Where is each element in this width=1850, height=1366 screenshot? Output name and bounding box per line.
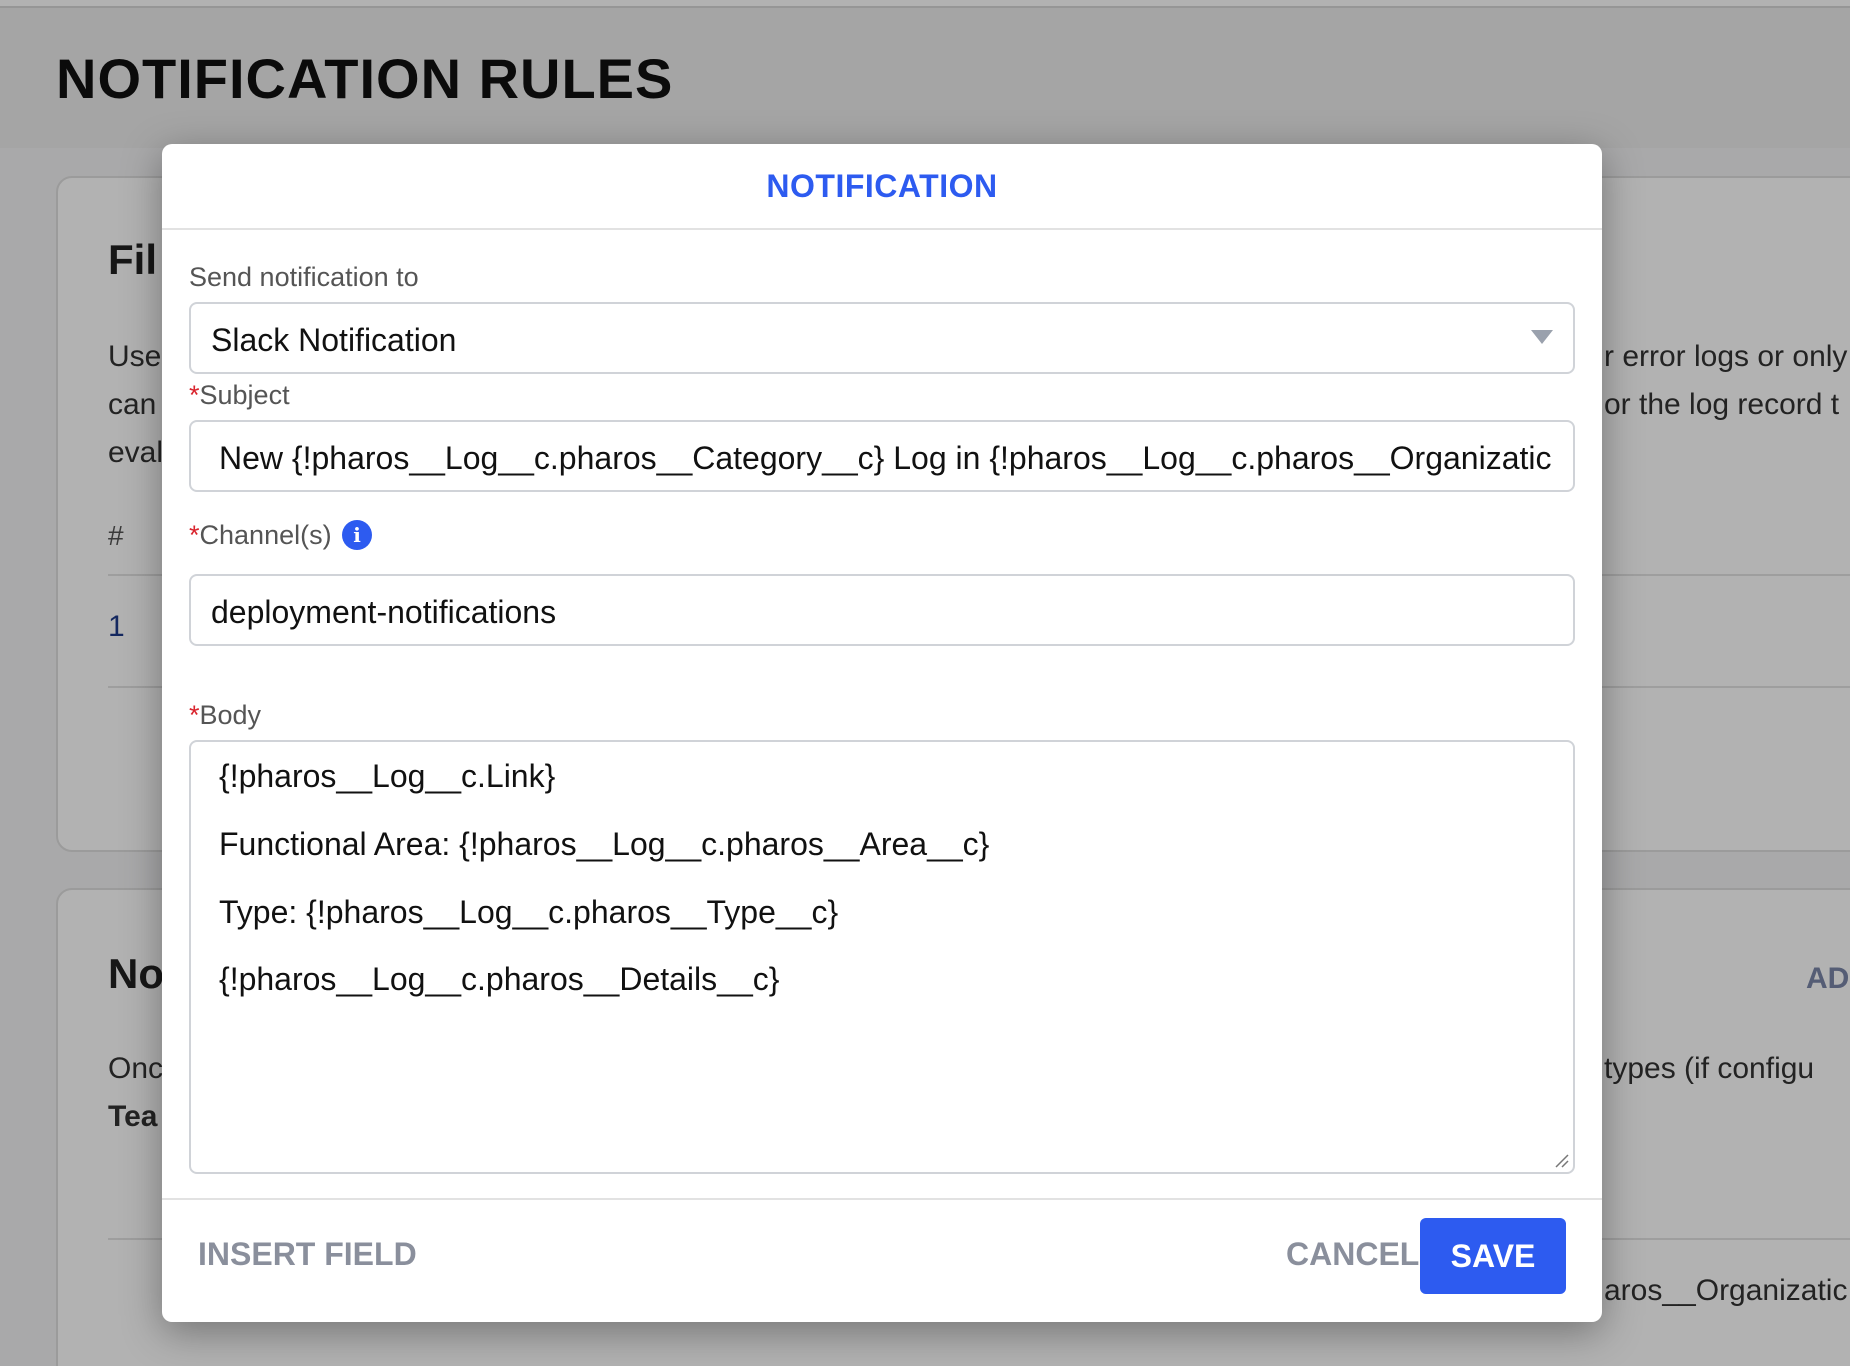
- modal-footer: INSERT FIELD CANCEL SAVE: [162, 1198, 1602, 1322]
- modal-title: NOTIFICATION: [766, 167, 998, 204]
- body-line: Functional Area: {!pharos__Log__c.pharos…: [219, 826, 990, 862]
- channels-value: deployment-notifications: [211, 594, 557, 630]
- channels-label-text: Channel(s): [199, 520, 332, 550]
- cancel-button[interactable]: CANCEL: [1286, 1236, 1419, 1273]
- subject-input[interactable]: New {!pharos__Log__c.pharos__Category__c…: [189, 420, 1575, 492]
- body-label-text: Body: [199, 700, 262, 730]
- body-line: Type: {!pharos__Log__c.pharos__Type__c}: [219, 894, 839, 930]
- chevron-down-icon: [1531, 330, 1553, 344]
- required-marker: *: [189, 380, 200, 410]
- insert-field-button[interactable]: INSERT FIELD: [198, 1236, 417, 1273]
- subject-label: *Subject: [189, 380, 290, 411]
- body-line: {!pharos__Log__c.pharos__Details__c}: [219, 961, 780, 997]
- info-icon[interactable]: i: [342, 520, 372, 550]
- subject-label-text: Subject: [199, 380, 290, 410]
- subject-value: New {!pharos__Log__c.pharos__Category__c…: [219, 440, 1552, 476]
- channels-input[interactable]: deployment-notifications: [189, 574, 1575, 646]
- send-to-value: Slack Notification: [211, 322, 457, 358]
- send-to-label: Send notification to: [189, 262, 419, 292]
- save-button[interactable]: SAVE: [1420, 1218, 1566, 1294]
- resize-grip-icon[interactable]: [1553, 1152, 1569, 1168]
- modal-header: NOTIFICATION: [162, 144, 1602, 230]
- channels-label: *Channel(s): [189, 520, 332, 551]
- required-marker: *: [189, 700, 200, 730]
- notification-modal: NOTIFICATION Send notification to Slack …: [162, 144, 1602, 1322]
- required-marker: *: [189, 520, 200, 550]
- body-line: {!pharos__Log__c.Link}: [219, 758, 556, 794]
- send-to-select[interactable]: Slack Notification: [189, 302, 1575, 374]
- body-textarea[interactable]: {!pharos__Log__c.Link} Functional Area: …: [189, 740, 1575, 1174]
- body-label: *Body: [189, 700, 261, 731]
